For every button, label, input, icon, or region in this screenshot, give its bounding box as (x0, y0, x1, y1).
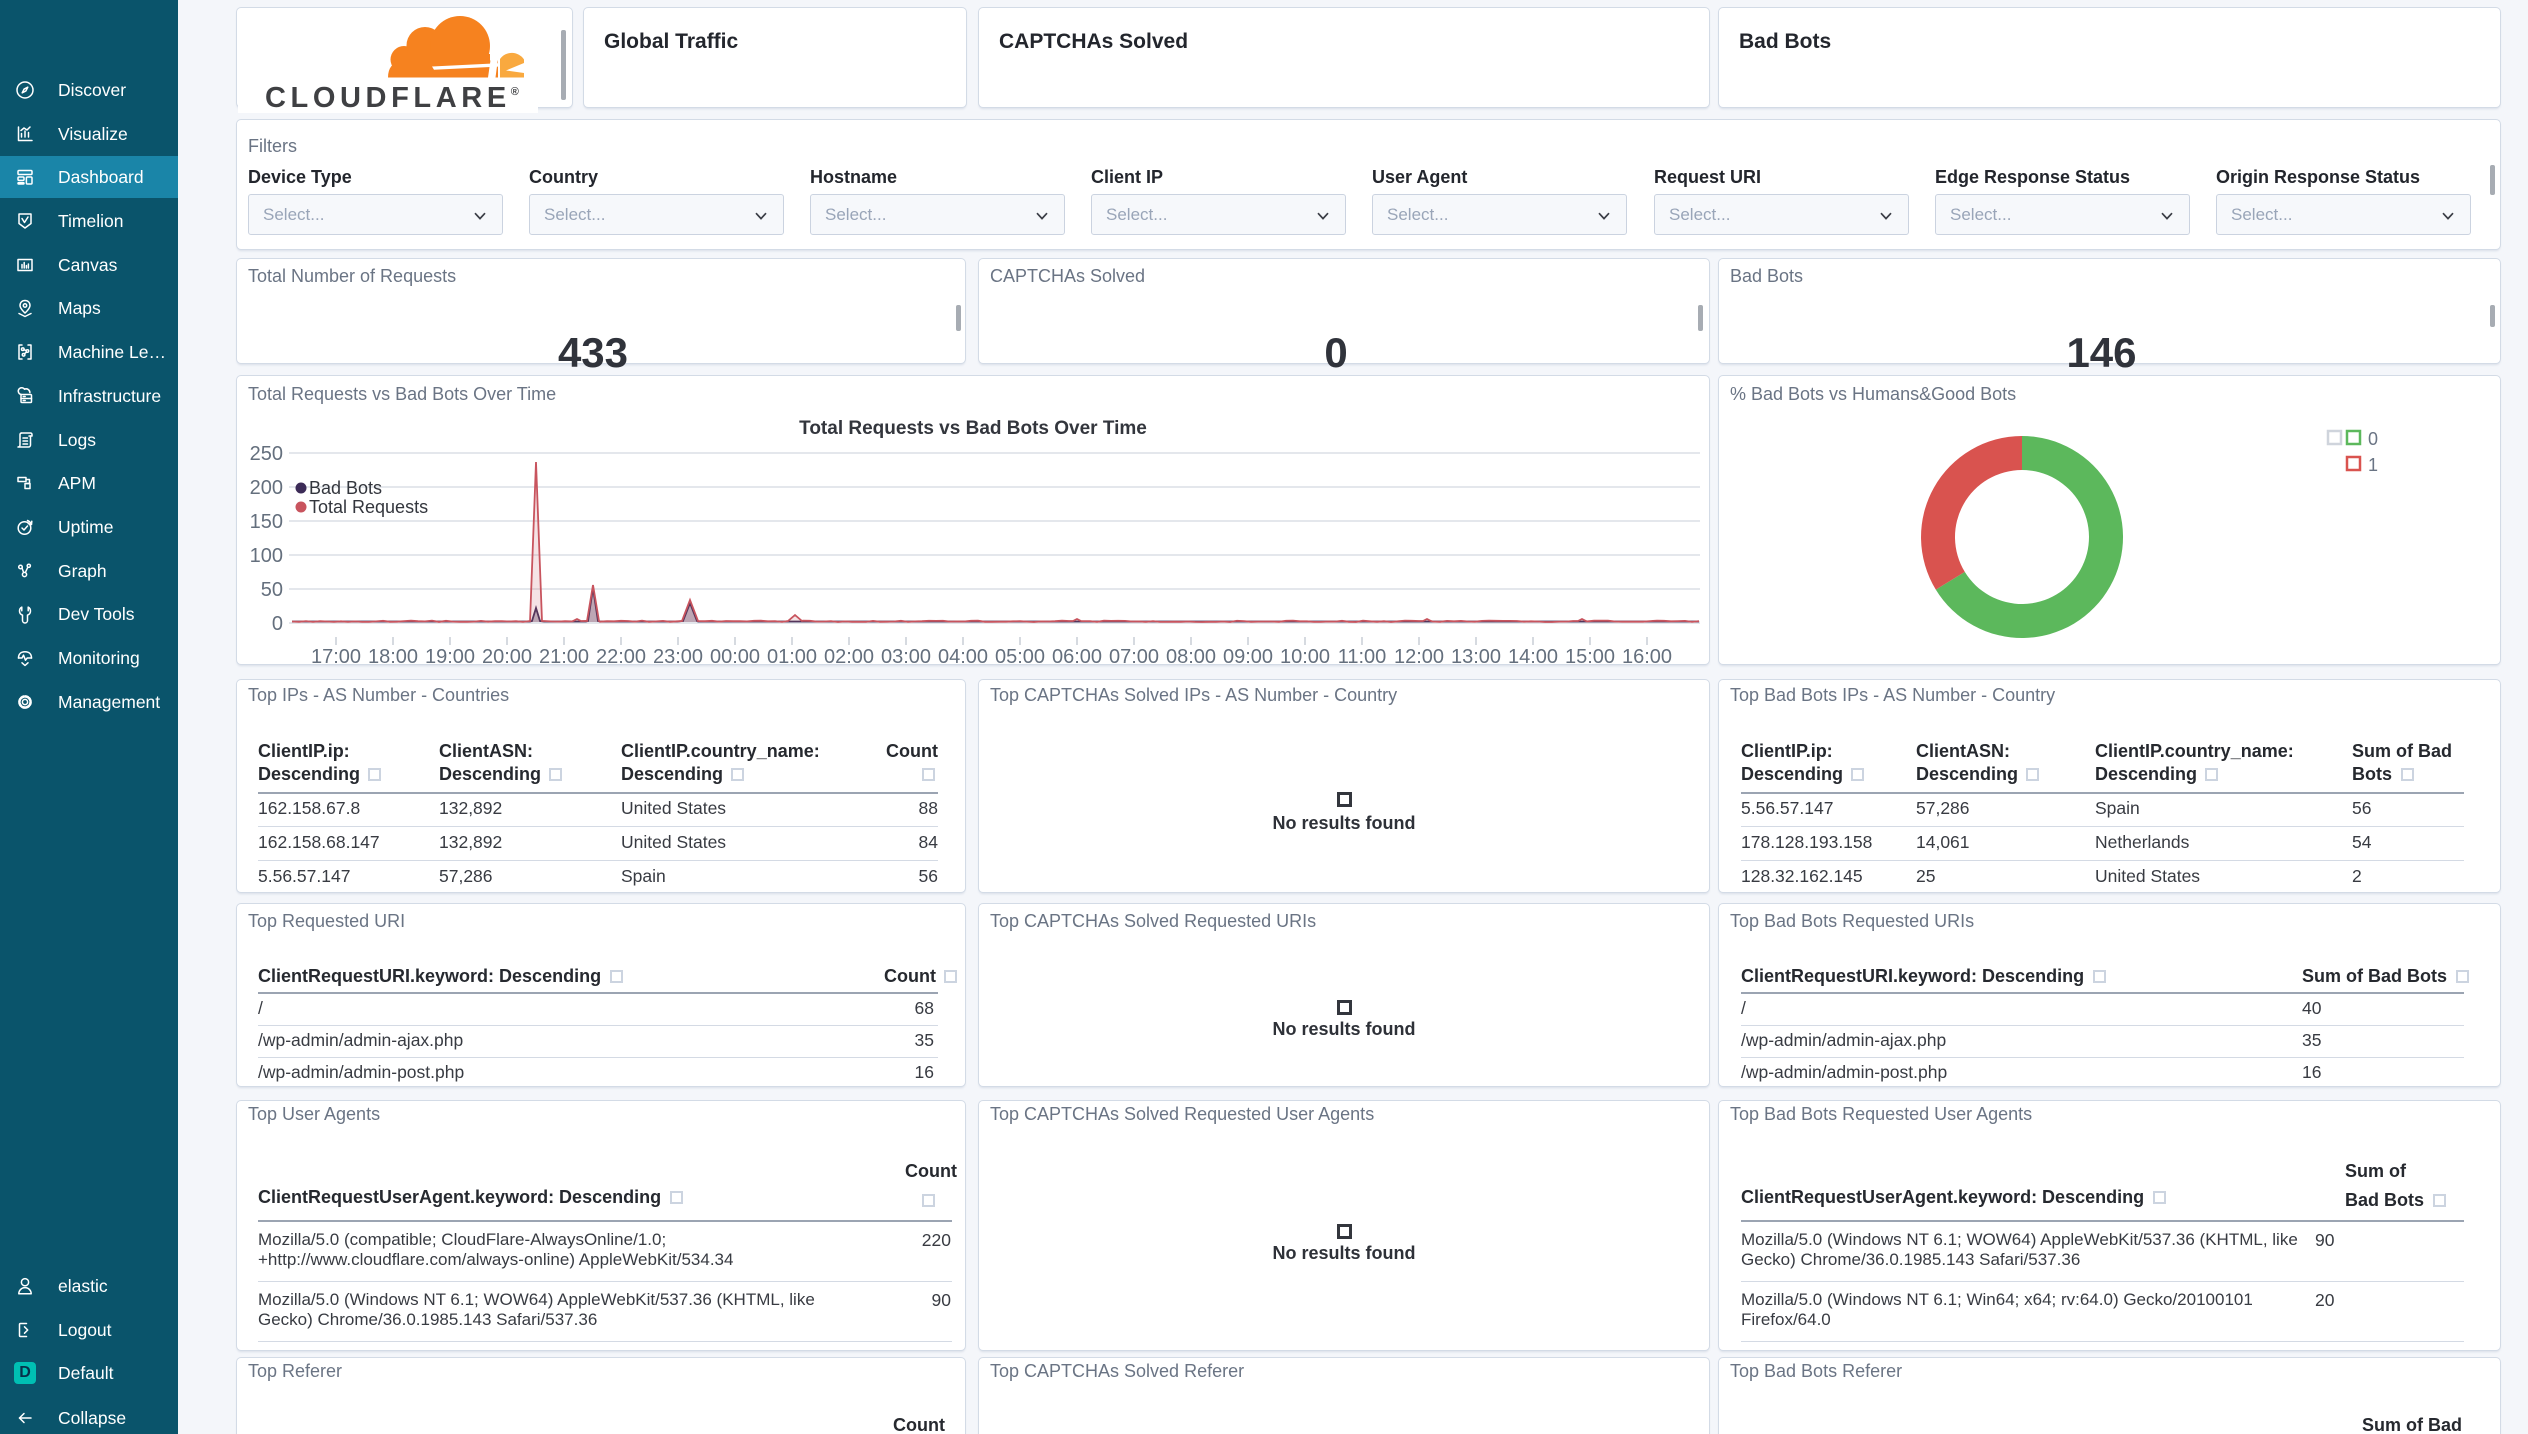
svg-text:18:00: 18:00 (368, 646, 418, 664)
svg-text:01:00: 01:00 (767, 646, 817, 664)
svg-text:05:00: 05:00 (995, 646, 1045, 664)
svg-text:19:00: 19:00 (425, 646, 475, 664)
svg-text:10:00: 10:00 (1280, 646, 1330, 664)
svg-text:1: 1 (2368, 455, 2378, 475)
svg-text:13:00: 13:00 (1451, 646, 1501, 664)
svg-text:16:00: 16:00 (1622, 646, 1672, 664)
svg-text:22:00: 22:00 (596, 646, 646, 664)
svg-text:12:00: 12:00 (1394, 646, 1444, 664)
svg-text:0: 0 (272, 613, 283, 635)
svg-text:02:00: 02:00 (824, 646, 874, 664)
svg-text:15:00: 15:00 (1565, 646, 1615, 664)
svg-text:00:00: 00:00 (710, 646, 760, 664)
svg-text:150: 150 (250, 511, 283, 533)
svg-text:17:00: 17:00 (311, 646, 361, 664)
svg-text:08:00: 08:00 (1166, 646, 1216, 664)
svg-text:0: 0 (2368, 429, 2378, 449)
svg-text:14:00: 14:00 (1508, 646, 1558, 664)
svg-text:Total Requests vs Bad Bots Ove: Total Requests vs Bad Bots Over Time (799, 418, 1147, 439)
svg-text:23:00: 23:00 (653, 646, 703, 664)
svg-text:Total Requests: Total Requests (309, 497, 428, 517)
svg-text:20:00: 20:00 (482, 646, 532, 664)
svg-text:50: 50 (261, 579, 283, 601)
svg-text:Bad Bots: Bad Bots (309, 478, 382, 498)
svg-text:100: 100 (250, 545, 283, 567)
svg-text:200: 200 (250, 477, 283, 499)
svg-text:03:00: 03:00 (881, 646, 931, 664)
svg-text:11:00: 11:00 (1338, 646, 1387, 664)
svg-text:09:00: 09:00 (1223, 646, 1273, 664)
svg-text:04:00: 04:00 (938, 646, 988, 664)
svg-text:07:00: 07:00 (1109, 646, 1159, 664)
svg-text:06:00: 06:00 (1052, 646, 1102, 664)
svg-text:21:00: 21:00 (539, 646, 589, 664)
svg-text:250: 250 (250, 443, 283, 465)
